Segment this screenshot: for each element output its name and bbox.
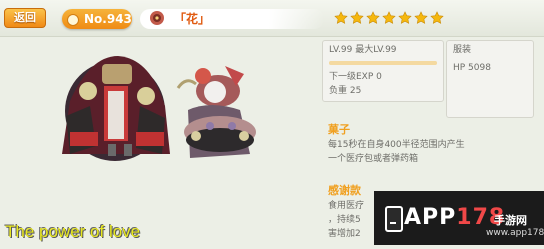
level-text: LV.99 最大LV.99 [329, 45, 397, 55]
skill-2-title: 感谢款 [328, 184, 361, 197]
load-text: 负重 25 [329, 86, 362, 96]
star-icon [382, 11, 396, 24]
exp-bar-fill [329, 61, 437, 65]
back-button[interactable]: 返回 [4, 8, 46, 28]
figure-right [176, 66, 256, 158]
skill-2-line-1: 食用医疗 [328, 201, 365, 211]
star-icon [414, 11, 428, 24]
star-icon [398, 11, 412, 24]
unit-type-icon [150, 11, 164, 25]
exp-bar [329, 61, 437, 65]
skill-1-line-1: 每15秒在自身400半径范围内产生 [328, 140, 465, 150]
skill-2-line-3: 害增加2 [328, 229, 361, 239]
star-icon [334, 11, 348, 24]
unit-name: 「花」 [174, 12, 211, 26]
star-icon [366, 11, 380, 24]
unit-number: No.943 [84, 12, 132, 26]
category-panel: 服装 HP 5098 [446, 40, 534, 118]
stats-panel: LV.99 最大LV.99 下一级EXP 0 负重 25 [322, 40, 444, 102]
name-plate [140, 9, 324, 29]
skill-1-line-2: 一个医疗包或者弹药箱 [328, 154, 419, 164]
watermark-url: www.app178.com [486, 228, 544, 238]
portrait-illustration [62, 56, 256, 161]
caption-text: The power of love [5, 222, 141, 241]
unit-number-badge: No.943 [62, 9, 132, 29]
phone-logo-icon [385, 206, 403, 232]
hp-text: HP 5098 [453, 63, 491, 73]
skill-2-line-2: ，持续5 [328, 215, 361, 225]
rarity-stars [334, 8, 444, 28]
star-icon [430, 11, 444, 24]
watermark-brand: APP178 [404, 205, 505, 230]
star-icon [350, 11, 364, 24]
unit-portrait: The power of love [0, 36, 320, 245]
next-exp-text: 下一级EXP 0 [329, 72, 382, 82]
category-text: 服装 [453, 45, 472, 55]
badge-dot-icon [67, 14, 79, 26]
figure-left [62, 56, 170, 161]
watermark-brand-a: APP [404, 205, 457, 230]
skill-1-title: 菓子 [328, 123, 350, 136]
watermark-brand-cn: 手游网 [494, 214, 527, 227]
